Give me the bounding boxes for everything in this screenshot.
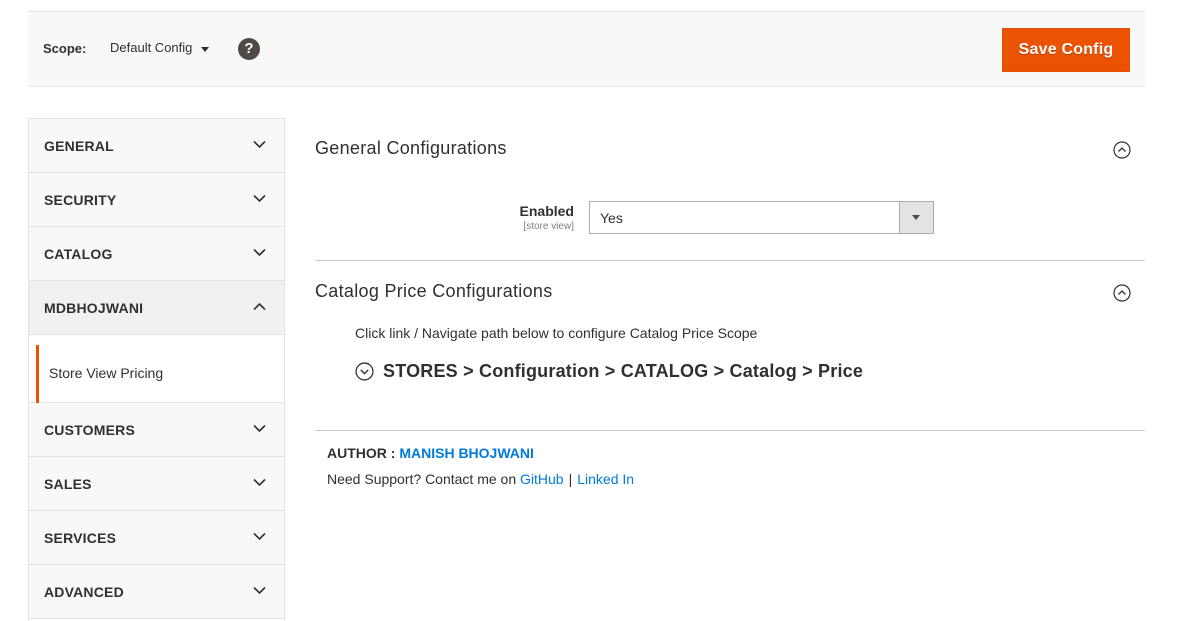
config-sidebar: GENERAL SECURITY CATALOG MDBHOJWANI Stor… xyxy=(28,118,285,621)
section-title-general[interactable]: General Configurations xyxy=(315,138,507,159)
sidebar-item-label: GENERAL xyxy=(44,138,114,154)
sidebar-item-mdbhojwani[interactable]: MDBHOJWANI xyxy=(29,281,284,335)
enabled-label: Enabled xyxy=(519,203,574,219)
collapse-up-icon[interactable] xyxy=(1113,141,1131,159)
section-title-catalog-price[interactable]: Catalog Price Configurations xyxy=(315,281,553,302)
github-link[interactable]: GitHub xyxy=(520,471,564,487)
chevron-up-icon xyxy=(253,302,266,311)
sidebar-item-catalog[interactable]: CATALOG xyxy=(29,227,284,281)
sidebar-subsection: Store View Pricing xyxy=(29,335,284,403)
enabled-field-label: Enabled [store view] xyxy=(465,203,574,232)
catalog-price-path-link[interactable]: STORES > Configuration > CATALOG > Catal… xyxy=(355,361,863,382)
scope-switcher[interactable]: Default Config xyxy=(110,40,210,55)
chevron-down-icon xyxy=(253,424,266,433)
enabled-select[interactable]: Yes xyxy=(589,201,934,234)
link-separator: | xyxy=(568,471,573,487)
sidebar-item-label: SECURITY xyxy=(44,192,117,208)
sidebar-item-services[interactable]: SERVICES xyxy=(29,511,284,565)
chevron-down-icon xyxy=(253,140,266,149)
sidebar-subitem-label: Store View Pricing xyxy=(49,365,164,381)
enabled-select-value: Yes xyxy=(600,210,623,226)
sidebar-item-label: CATALOG xyxy=(44,246,113,262)
support-row: Need Support? Contact me on GitHub | Linke… xyxy=(327,471,634,487)
catalog-price-path: STORES > Configuration > CATALOG > Catal… xyxy=(383,361,864,381)
author-name-link[interactable]: MANISH BHOJWANI xyxy=(399,445,534,461)
chevron-down-icon xyxy=(253,478,266,487)
chevron-down-icon xyxy=(253,194,266,203)
section-divider xyxy=(315,430,1145,431)
sidebar-item-security[interactable]: SECURITY xyxy=(29,173,284,227)
sidebar-item-general[interactable]: GENERAL xyxy=(29,119,284,173)
select-arrow-icon xyxy=(899,202,933,233)
expand-down-icon xyxy=(355,362,374,381)
sidebar-item-label: SALES xyxy=(44,476,92,492)
sidebar-subitem-store-view-pricing[interactable]: Store View Pricing xyxy=(36,345,284,403)
linkedin-link[interactable]: Linked In xyxy=(577,471,634,487)
sidebar-item-label: CUSTOMERS xyxy=(44,422,135,438)
sidebar-item-label: SERVICES xyxy=(44,530,117,546)
section-divider xyxy=(315,260,1145,261)
author-label: AUTHOR : xyxy=(327,445,396,461)
scope-bar: Scope: Default Config ? Save Config xyxy=(28,11,1145,87)
question-icon[interactable]: ? xyxy=(238,38,260,60)
scope-selected: Default Config xyxy=(110,40,193,55)
chevron-down-icon xyxy=(253,586,266,595)
save-config-button[interactable]: Save Config xyxy=(1002,28,1130,72)
sidebar-item-customers[interactable]: CUSTOMERS xyxy=(29,403,284,457)
caret-down-icon xyxy=(201,46,210,52)
enabled-scope: [store view] xyxy=(523,221,574,232)
author-row: AUTHOR : MANISH BHOJWANI xyxy=(327,445,534,461)
chevron-down-icon xyxy=(253,248,266,257)
chevron-down-icon xyxy=(253,532,266,541)
sidebar-item-sales[interactable]: SALES xyxy=(29,457,284,511)
catalog-price-hint: Click link / Navigate path below to conf… xyxy=(355,325,758,341)
sidebar-item-label: ADVANCED xyxy=(44,584,124,600)
support-text: Need Support? Contact me on xyxy=(327,471,521,487)
scope-label: Scope: xyxy=(43,41,87,56)
sidebar-item-label: MDBHOJWANI xyxy=(44,300,144,316)
sidebar-item-advanced[interactable]: ADVANCED xyxy=(29,565,284,619)
collapse-up-icon[interactable] xyxy=(1113,284,1131,302)
